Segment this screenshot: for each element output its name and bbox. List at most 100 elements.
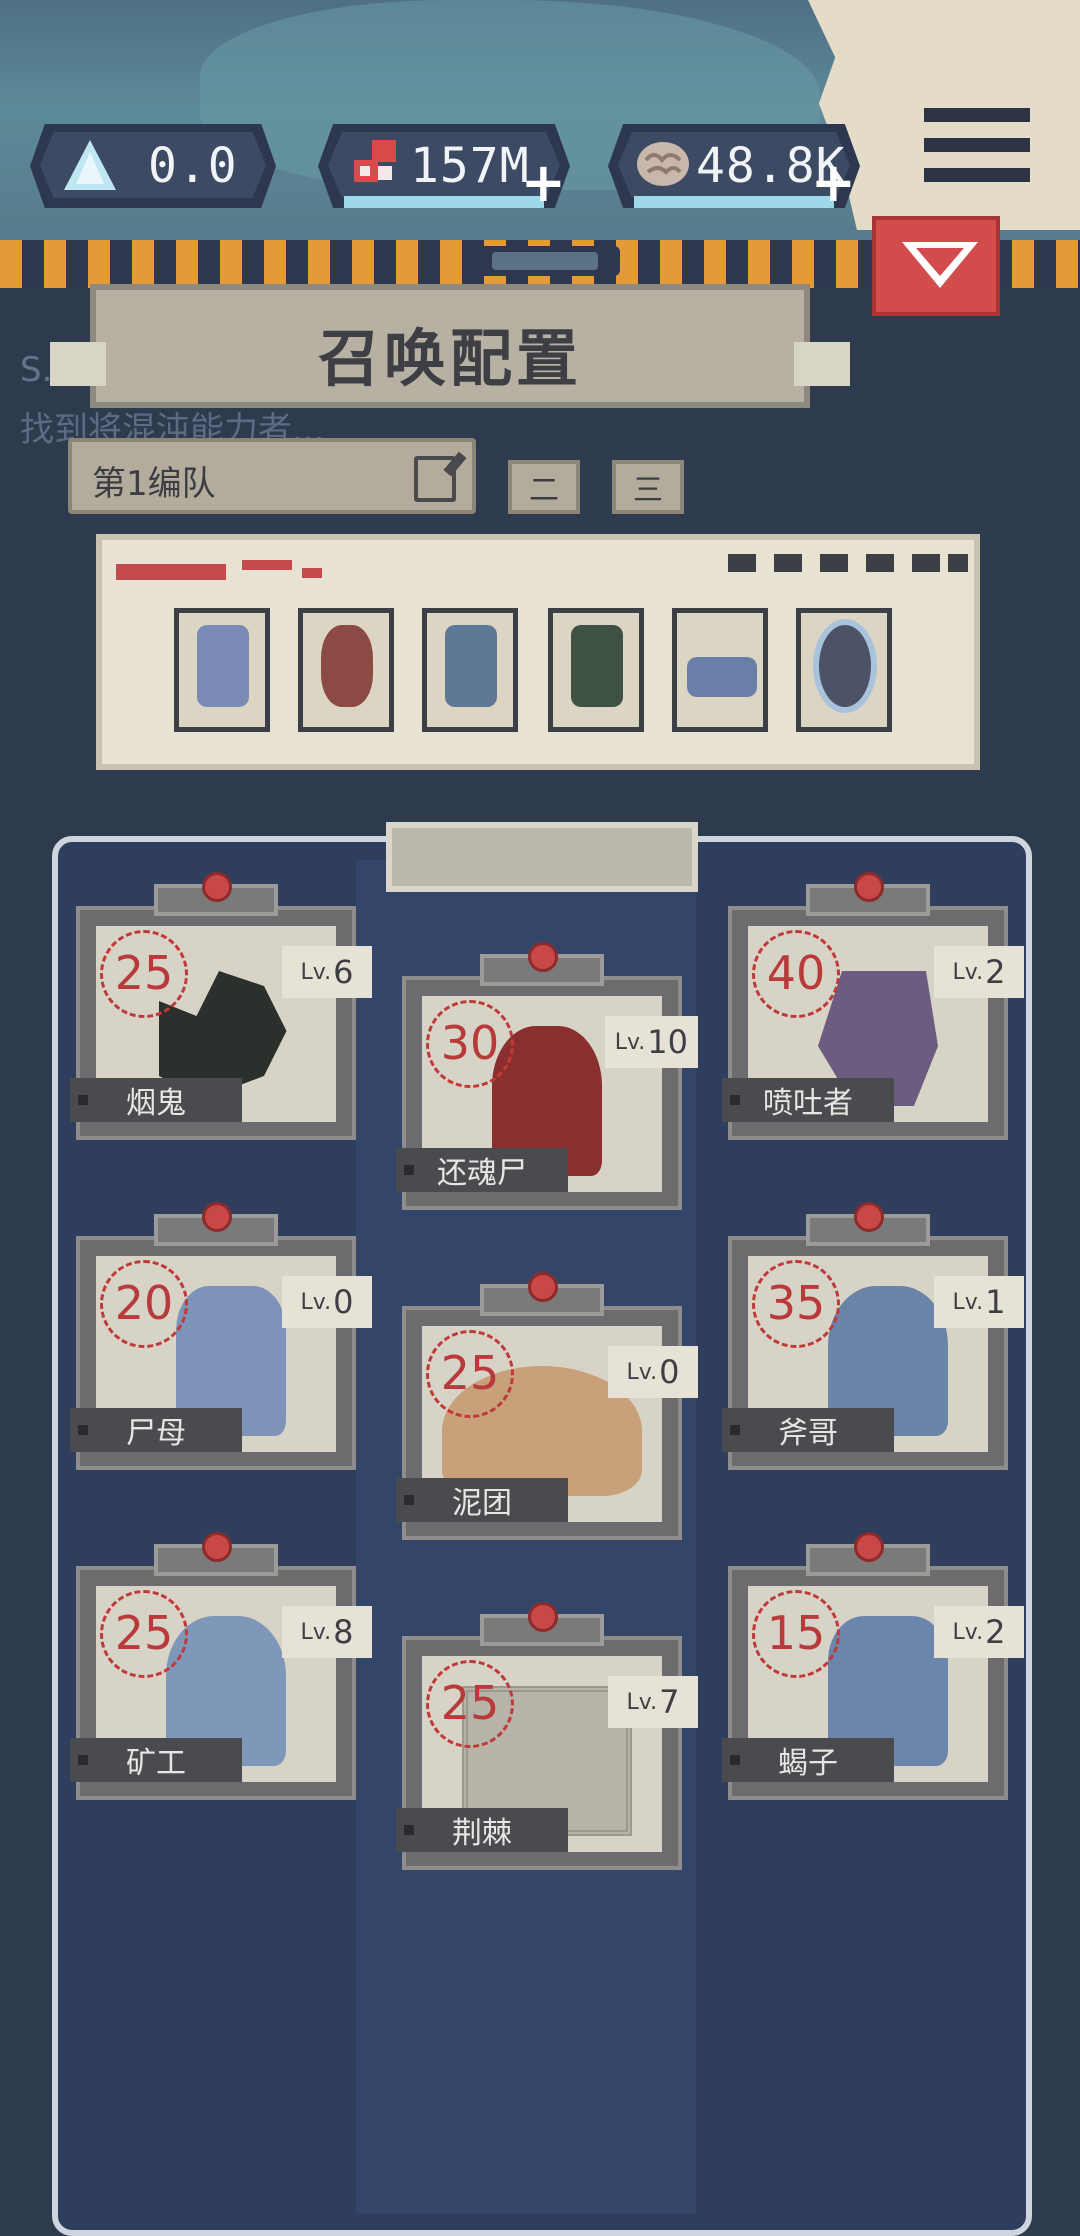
roster-decoration <box>302 568 322 578</box>
unit-name: 斧哥 <box>722 1408 894 1452</box>
unit-cost: 25 <box>114 1606 174 1660</box>
unit-level: Lv. 1 <box>934 1276 1024 1328</box>
unit-level: Lv. 0 <box>282 1276 372 1328</box>
currency-blood[interactable]: 157M + <box>318 124 570 208</box>
roster-decoration <box>242 560 292 570</box>
unit-card[interactable]: 15 Lv. 2 蝎子 <box>722 1532 1024 1800</box>
roster-slot-indicator <box>728 554 756 572</box>
roster-slot-miner[interactable] <box>174 608 270 732</box>
menu-icon[interactable] <box>924 104 1030 188</box>
unit-cost: 25 <box>440 1346 500 1400</box>
unit-card[interactable]: 35 Lv. 1 斧哥 <box>722 1202 1024 1470</box>
roster-slot-indicator <box>774 554 802 572</box>
unit-name: 烟鬼 <box>70 1078 242 1122</box>
title-banner: 召唤配置 <box>50 284 850 408</box>
blood-cells-icon <box>354 140 396 182</box>
level-value: 0 <box>659 1353 680 1391</box>
roster-slot-scorpion[interactable] <box>672 608 768 732</box>
unit-card[interactable]: 40 Lv. 2 喷吐者 <box>722 872 1024 1140</box>
unit-level: Lv. 6 <box>282 946 372 998</box>
unit-card[interactable]: 25 Lv. 7 荆棘 <box>396 1602 698 1870</box>
unit-level: Lv. 2 <box>934 946 1024 998</box>
brain-icon <box>637 142 689 186</box>
unit-cost: 25 <box>114 946 174 1000</box>
roster-slot-indicator <box>912 554 940 572</box>
roster-slot-axe[interactable] <box>422 608 518 732</box>
level-prefix: Lv. <box>626 1359 658 1385</box>
level-value: 7 <box>659 1683 680 1721</box>
level-value: 8 <box>333 1613 354 1651</box>
chevron-inner <box>916 248 964 276</box>
roster-slot-revenant[interactable] <box>298 608 394 732</box>
unit-name: 尸母 <box>70 1408 242 1452</box>
level-prefix: Lv. <box>300 959 332 985</box>
pin-icon <box>528 1272 558 1302</box>
currency-crystal: 0.0 <box>30 124 276 208</box>
team-tab-2[interactable]: 二 <box>508 460 580 514</box>
roster-slot-indicator <box>948 554 968 572</box>
unit-card[interactable]: 20 Lv. 0 尸母 <box>70 1202 372 1470</box>
pin-icon <box>854 1532 884 1562</box>
level-value: 2 <box>985 953 1006 991</box>
roster-slot-smoker[interactable] <box>548 608 644 732</box>
level-prefix: Lv. <box>626 1689 658 1715</box>
blood-bar <box>344 196 544 208</box>
brain-bar <box>634 196 834 208</box>
level-value: 0 <box>333 1283 354 1321</box>
unit-name: 荆棘 <box>396 1808 568 1852</box>
unit-cost: 40 <box>766 946 826 1000</box>
unit-card[interactable]: 30 Lv. 10 还魂尸 <box>396 942 698 1210</box>
level-prefix: Lv. <box>952 1619 984 1645</box>
unit-cost: 20 <box>114 1276 174 1330</box>
level-prefix: Lv. <box>300 1619 332 1645</box>
roster-slot-thorn[interactable] <box>796 608 892 732</box>
team-name-field[interactable]: 第1编队 <box>68 438 476 514</box>
unit-level: Lv. 10 <box>604 1016 698 1068</box>
roster-decoration <box>116 564 226 580</box>
unit-name: 喷吐者 <box>722 1078 894 1122</box>
level-value: 1 <box>985 1283 1006 1321</box>
pin-icon <box>202 872 232 902</box>
currency-value: 0.0 <box>148 138 238 194</box>
pin-icon <box>528 1602 558 1632</box>
pin-icon <box>202 1532 232 1562</box>
roster-slot-indicator <box>820 554 848 572</box>
unit-level: Lv. 8 <box>282 1606 372 1658</box>
crystal-icon <box>64 140 116 190</box>
team-tab-3[interactable]: 三 <box>612 460 684 514</box>
collapse-panel-button[interactable] <box>872 216 1000 316</box>
unit-name: 蝎子 <box>722 1738 894 1782</box>
level-prefix: Lv. <box>614 1029 646 1055</box>
unit-cost: 30 <box>440 1016 500 1070</box>
unit-card[interactable]: 25 Lv. 8 矿工 <box>70 1532 372 1800</box>
unit-cost: 15 <box>766 1606 826 1660</box>
unit-cost: 35 <box>766 1276 826 1330</box>
level-prefix: Lv. <box>952 1289 984 1315</box>
team-name-label: 第1编队 <box>92 464 216 504</box>
pin-icon <box>202 1202 232 1232</box>
currency-value: 157M <box>410 138 530 194</box>
level-prefix: Lv. <box>300 1289 332 1315</box>
level-value: 6 <box>333 953 354 991</box>
edit-icon[interactable] <box>414 451 467 502</box>
team-roster-bar <box>96 534 980 770</box>
unit-name: 矿工 <box>70 1738 242 1782</box>
panel-drag-handle[interactable] <box>470 246 620 276</box>
unit-card[interactable]: 25 Lv. 6 烟鬼 <box>70 872 372 1140</box>
unit-name: 还魂尸 <box>396 1148 568 1192</box>
pin-icon <box>854 872 884 902</box>
unit-cost: 25 <box>440 1676 500 1730</box>
level-value: 10 <box>647 1023 688 1061</box>
pin-icon <box>854 1202 884 1232</box>
board-header-clip <box>386 822 698 892</box>
unit-card[interactable]: 25 Lv. 0 泥团 <box>396 1272 698 1540</box>
level-value: 2 <box>985 1613 1006 1651</box>
page-title: 召唤配置 <box>317 322 582 395</box>
roster-slot-indicator <box>866 554 894 572</box>
currency-brain[interactable]: 48.8K + <box>608 124 860 208</box>
unit-name: 泥团 <box>396 1478 568 1522</box>
level-prefix: Lv. <box>952 959 984 985</box>
pin-icon <box>528 942 558 972</box>
unit-level: Lv. 7 <box>608 1676 698 1728</box>
unit-level: Lv. 2 <box>934 1606 1024 1658</box>
